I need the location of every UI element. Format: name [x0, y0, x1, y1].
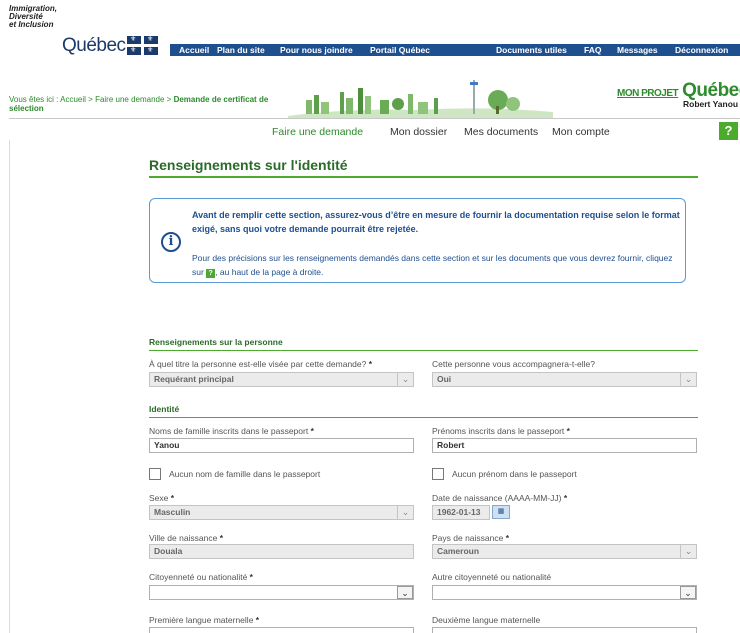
- tab-mon-dossier[interactable]: Mon dossier: [390, 126, 447, 138]
- other-citizenship-select[interactable]: ⌄: [432, 585, 697, 600]
- info-notice: i Avant de remplir cette section, assure…: [149, 198, 686, 283]
- no-given-name-label: Aucun prénom dans le passeport: [452, 469, 577, 479]
- tab-faire-une-demande[interactable]: Faire une demande: [272, 126, 363, 138]
- topnav-messages[interactable]: Messages: [617, 45, 658, 55]
- role-select[interactable]: Requérant principal ⌄: [149, 372, 414, 387]
- tab-mon-compte[interactable]: Mon compte: [552, 126, 610, 138]
- section-rule: [149, 417, 698, 418]
- chevron-down-icon: ⌄: [397, 373, 413, 386]
- dob-input[interactable]: 1962-01-13: [432, 505, 490, 520]
- birth-country-select[interactable]: Cameroun ⌄: [432, 544, 697, 559]
- quebec-logo-text: Québec: [62, 35, 126, 56]
- topnav-faq[interactable]: FAQ: [584, 45, 601, 55]
- role-label: À quel titre la personne est-elle visée …: [149, 359, 373, 369]
- tab-mes-documents[interactable]: Mes documents: [464, 126, 538, 138]
- topnav-deconnexion[interactable]: Déconnexion: [675, 45, 728, 55]
- info-help-text: Pour des précisions sur les renseignemen…: [192, 253, 673, 278]
- no-surname-checkbox[interactable]: [149, 468, 161, 480]
- sex-label: Sexe *: [149, 493, 175, 503]
- section-title-identity: Identité: [149, 404, 180, 414]
- info-warning-text: Avant de remplir cette section, assurez-…: [192, 210, 680, 234]
- info-icon: i: [161, 232, 181, 252]
- surname-label: Noms de famille inscrits dans le passepo…: [149, 426, 314, 436]
- section-title-person: Renseignements sur la personne: [149, 337, 283, 347]
- dob-label: Date de naissance (AAAA-MM-JJ) *: [432, 493, 568, 503]
- nav-divider: [9, 118, 740, 119]
- second-language-select[interactable]: [432, 627, 697, 633]
- top-navigation-bar: Accueil Plan du site Pour nous joindre P…: [170, 44, 740, 56]
- other-citizenship-label: Autre citoyenneté ou nationalité: [432, 572, 552, 582]
- citizenship-select[interactable]: ⌄: [149, 585, 414, 600]
- breadcrumb-faire-une-demande[interactable]: Faire une demande: [95, 95, 164, 104]
- first-language-select[interactable]: [149, 627, 414, 633]
- chevron-down-icon: ⌄: [397, 506, 413, 519]
- given-name-label: Prénoms inscrits dans le passeport *: [432, 426, 570, 436]
- chevron-down-icon: ⌄: [680, 373, 696, 386]
- sex-select[interactable]: Masculin ⌄: [149, 505, 414, 520]
- birth-city-input[interactable]: Douala: [149, 544, 414, 559]
- ministry-name: Immigration, Diversité et Inclusion: [9, 4, 58, 29]
- chevron-down-icon: ⌄: [680, 545, 696, 558]
- page-title: Renseignements sur l'identité: [149, 157, 348, 173]
- title-underline: [149, 176, 698, 178]
- accompany-select[interactable]: Oui ⌄: [432, 372, 697, 387]
- user-name: Robert Yanou: [683, 99, 739, 109]
- no-surname-label: Aucun nom de famille dans le passeport: [169, 469, 321, 479]
- birth-country-label: Pays de naissance *: [432, 533, 510, 543]
- topnav-pour-nous-joindre[interactable]: Pour nous joindre: [280, 45, 353, 55]
- left-border: [9, 140, 10, 633]
- breadcrumb-home[interactable]: Accueil: [60, 95, 86, 104]
- citizenship-label: Citoyenneté ou nationalité *: [149, 572, 253, 582]
- section-rule: [149, 350, 698, 351]
- quebec-flag-icon: ⚜ ⚜ ⚜ ⚜: [127, 36, 158, 55]
- topnav-accueil[interactable]: Accueil: [179, 45, 209, 55]
- first-language-label: Première langue maternelle *: [149, 615, 260, 625]
- surname-input[interactable]: Yanou: [149, 438, 414, 453]
- birth-city-label: Ville de naissance *: [149, 533, 224, 543]
- help-button[interactable]: ?: [719, 122, 738, 140]
- topnav-portail-quebec[interactable]: Portail Québec: [370, 45, 430, 55]
- given-name-input[interactable]: Robert: [432, 438, 697, 453]
- city-skyline-illustration: [288, 80, 553, 118]
- no-given-name-checkbox[interactable]: [432, 468, 444, 480]
- chevron-down-icon: ⌄: [397, 586, 413, 599]
- accompany-label: Cette personne vous accompagnera-t-elle?: [432, 359, 596, 369]
- calendar-icon[interactable]: ▦: [492, 505, 510, 519]
- help-icon: ?: [206, 269, 216, 278]
- second-language-label: Deuxième langue maternelle: [432, 615, 541, 625]
- topnav-plan-du-site[interactable]: Plan du site: [217, 45, 265, 55]
- topnav-documents-utiles[interactable]: Documents utiles: [496, 45, 567, 55]
- chevron-down-icon: ⌄: [680, 586, 696, 599]
- breadcrumb: Vous êtes ici : Accueil > Faire une dema…: [9, 95, 269, 113]
